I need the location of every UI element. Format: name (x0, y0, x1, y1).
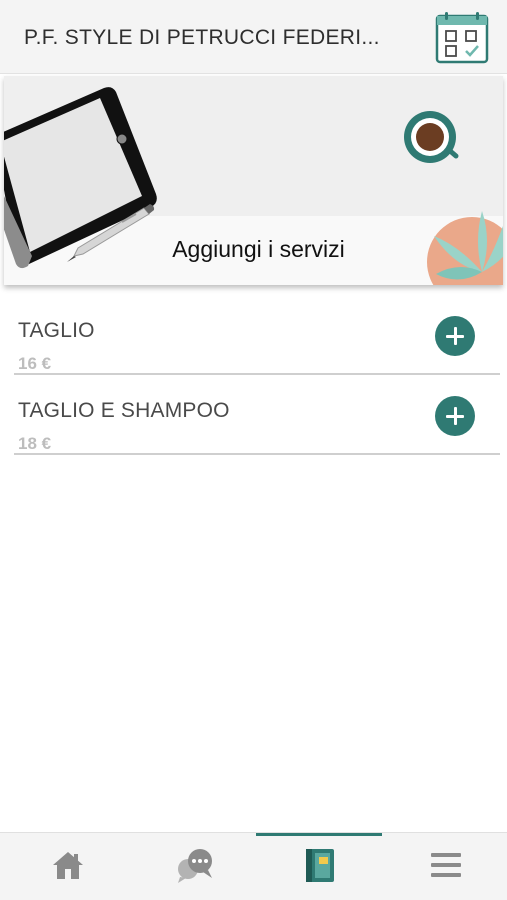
tab-menu[interactable] (382, 833, 507, 900)
app-screen: P.F. STYLE DI PETRUCCI FEDERI... Aggiung… (0, 0, 507, 900)
bottom-tab-bar (0, 832, 507, 900)
add-service-button[interactable] (435, 316, 475, 356)
home-icon (53, 852, 83, 879)
tab-home[interactable] (4, 833, 130, 900)
add-services-banner: Aggiungi i servizi (4, 76, 503, 285)
app-header: P.F. STYLE DI PETRUCCI FEDERI... (0, 0, 507, 74)
service-name: TAGLIO (18, 319, 95, 342)
chat-icon (178, 849, 212, 883)
tab-chat[interactable] (130, 833, 256, 900)
list-item: TAGLIO 16 € (14, 295, 500, 375)
list-item: TAGLIO E SHAMPOO 18 € (14, 375, 500, 455)
service-name: TAGLIO E SHAMPOO (18, 399, 230, 422)
tab-notebook[interactable] (256, 833, 382, 900)
banner-title: Aggiungi i servizi (172, 236, 345, 262)
calendar-icon[interactable] (434, 10, 490, 66)
service-price: 18 € (18, 434, 52, 453)
menu-icon (431, 853, 461, 877)
notebook-icon (306, 849, 334, 882)
page-title: P.F. STYLE DI PETRUCCI FEDERI... (24, 26, 380, 49)
add-service-button[interactable] (435, 396, 475, 436)
coffee-cup-illustration (404, 111, 459, 163)
service-price: 16 € (18, 354, 52, 373)
services-list: TAGLIO 16 € TAGLIO E SHAMPOO 18 € (0, 295, 507, 455)
